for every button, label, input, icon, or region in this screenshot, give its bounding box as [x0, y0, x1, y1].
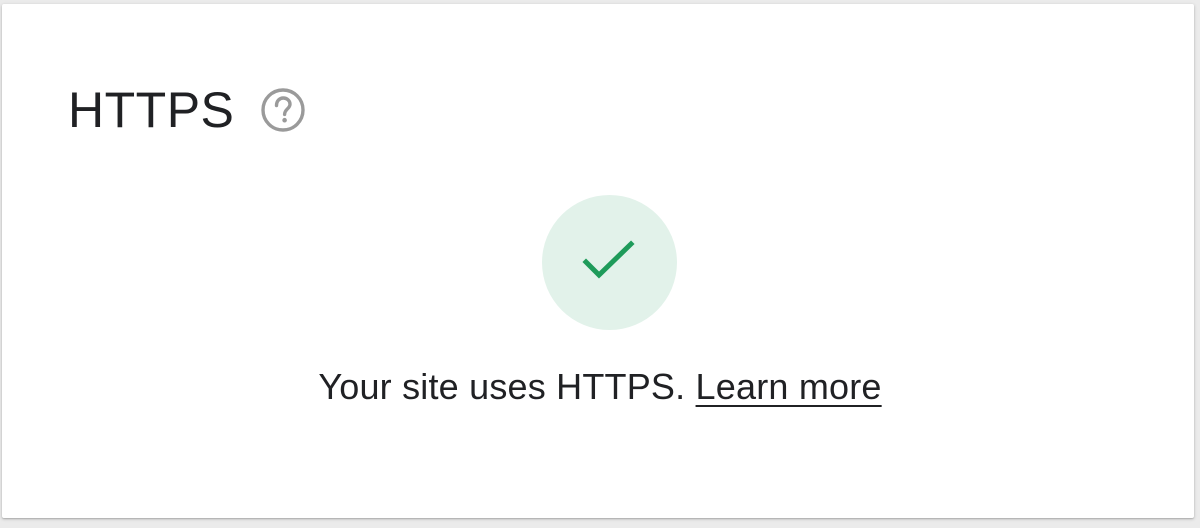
card-title: HTTPS: [68, 82, 235, 138]
status-message: Your site uses HTTPS. Learn more: [2, 364, 1198, 410]
card-header: HTTPS: [68, 80, 306, 140]
help-icon[interactable]: [260, 87, 306, 133]
status-text: Your site uses HTTPS.: [318, 366, 686, 407]
learn-more-link[interactable]: Learn more: [696, 366, 882, 407]
success-status-badge: [542, 195, 677, 330]
https-card: HTTPS Your site uses HTTPS. Learn more: [2, 4, 1194, 518]
checkmark-icon: [581, 239, 635, 279]
